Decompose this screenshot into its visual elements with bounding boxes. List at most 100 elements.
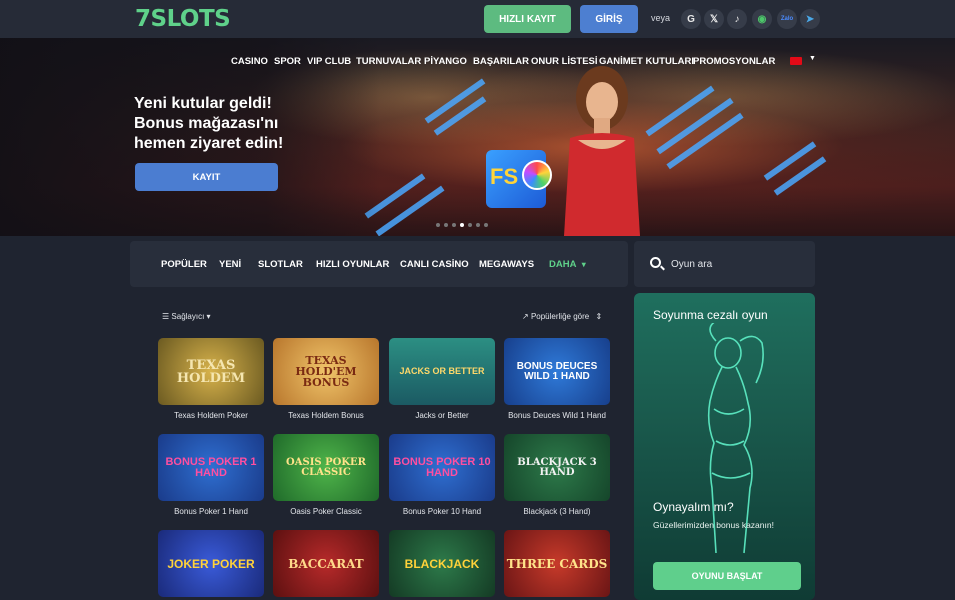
game-thumbnail[interactable]: BONUS POKER 10 HAND bbox=[389, 434, 495, 501]
game-card[interactable]: JACKS OR BETTER Jacks or Better bbox=[389, 338, 495, 420]
start-game-button[interactable]: OYUNU BAŞLAT bbox=[653, 562, 801, 590]
tiktok-icon[interactable]: ♪ bbox=[727, 9, 747, 29]
quick-register-button[interactable]: HIZLI KAYIT bbox=[484, 5, 571, 33]
game-thumbnail[interactable]: TEXAS HOLD'EM BONUS bbox=[273, 338, 379, 405]
promo-text: Güzellerimizden bonus kazanın! bbox=[653, 520, 774, 530]
hero-title-line3: hemen ziyaret edin! bbox=[134, 135, 284, 152]
list-icon: ☰ bbox=[162, 312, 170, 321]
carousel-dot[interactable] bbox=[436, 223, 440, 227]
game-card[interactable]: TEXAS HOLDEM Texas Holdem Poker bbox=[158, 338, 264, 420]
nav-item-vip-club[interactable]: VIP CLUB bbox=[307, 56, 351, 67]
game-art-text: BLACKJACK bbox=[404, 556, 480, 571]
game-art-text: BONUS DEUCES WILD 1 HAND bbox=[516, 360, 598, 382]
game-thumbnail[interactable]: BLACKJACK bbox=[389, 530, 495, 597]
game-thumbnail[interactable]: BONUS POKER 1 HAND bbox=[158, 434, 264, 501]
category-bar: POPÜLER YENİ SLOTLAR HIZLI OYUNLAR CANLI… bbox=[130, 241, 746, 287]
game-card[interactable]: BLACKJACK 3 HAND Blackjack (3 Hand) bbox=[504, 434, 610, 516]
tab-daha[interactable]: DAHA ▾ bbox=[549, 259, 586, 270]
game-thumbnail[interactable]: BONUS DEUCES WILD 1 HAND bbox=[504, 338, 610, 405]
game-card[interactable]: BACCARAT bbox=[273, 530, 379, 597]
carousel-dot[interactable] bbox=[476, 223, 480, 227]
nav-item-onur-listesi[interactable]: ONUR LİSTESİ bbox=[531, 56, 598, 67]
game-thumbnail[interactable]: TEXAS HOLDEM bbox=[158, 338, 264, 405]
tab-daha-label: DAHA bbox=[549, 259, 577, 270]
search-bar bbox=[634, 241, 815, 287]
game-title: Oasis Poker Classic bbox=[290, 507, 362, 516]
game-art-text: THREE CARDS bbox=[506, 556, 608, 571]
tab-hizli-oyunlar[interactable]: HIZLI OYUNLAR bbox=[316, 259, 389, 270]
tab-populer[interactable]: POPÜLER bbox=[161, 259, 207, 270]
trend-icon: ↗ bbox=[522, 312, 529, 321]
promo-card[interactable]: Soyunma cezalı oyun Oynayalım mı? Güzell… bbox=[634, 293, 815, 600]
game-art-text: TEXAS HOLD'EM BONUS bbox=[295, 354, 357, 389]
game-title: Texas Holdem Poker bbox=[174, 411, 248, 420]
game-thumbnail[interactable]: THREE CARDS bbox=[504, 530, 610, 597]
hero-title-line1: Yeni kutular geldi! bbox=[134, 95, 272, 112]
gift-text: FS bbox=[490, 164, 519, 189]
provider-filter-label: Sağlayıcı bbox=[171, 312, 205, 321]
top-bar: 7SLOTS HIZLI KAYIT GİRİŞ veya G 𝕏 ♪ ◉ Za… bbox=[0, 0, 955, 38]
nav-item-basarilar[interactable]: BAŞARILAR bbox=[473, 56, 529, 67]
carousel-dot[interactable] bbox=[452, 223, 456, 227]
hero-title-line2: Bonus mağazası'nı bbox=[134, 115, 279, 132]
game-art-text: TEXAS HOLDEM bbox=[176, 357, 246, 386]
game-card[interactable]: OASIS POKER CLASSIC Oasis Poker Classic bbox=[273, 434, 379, 516]
telegram-icon[interactable]: ➤ bbox=[800, 9, 820, 29]
game-thumbnail[interactable]: JOKER POKER bbox=[158, 530, 264, 597]
game-thumbnail[interactable]: OASIS POKER CLASSIC bbox=[273, 434, 379, 501]
game-title: Jacks or Better bbox=[415, 411, 469, 420]
promo-subtitle: Oynayalım mı? bbox=[653, 500, 734, 514]
game-art-text: BLACKJACK 3 HAND bbox=[517, 456, 597, 478]
nav-item-piyango[interactable]: PİYANGO bbox=[424, 56, 467, 67]
carousel-dot[interactable] bbox=[468, 223, 472, 227]
x-icon[interactable]: 𝕏 bbox=[704, 9, 724, 29]
google-icon[interactable]: G bbox=[681, 9, 701, 29]
zalo-icon[interactable]: Zalo bbox=[777, 9, 797, 29]
tab-canli-casino[interactable]: CANLI CASİNO bbox=[400, 259, 469, 270]
sort-filter[interactable]: ↗ Popülerliğe göre ⇕ bbox=[522, 312, 602, 321]
game-art-text: BACCARAT bbox=[288, 556, 364, 571]
login-button[interactable]: GİRİŞ bbox=[580, 5, 638, 33]
site-logo[interactable]: 7SLOTS bbox=[135, 6, 231, 32]
game-art-text: JACKS OR BETTER bbox=[399, 366, 485, 376]
carousel-dot[interactable] bbox=[444, 223, 448, 227]
nav-item-casino[interactable]: CASINO bbox=[231, 56, 268, 67]
game-card[interactable]: BONUS POKER 10 HAND Bonus Poker 10 Hand bbox=[389, 434, 495, 516]
game-card[interactable]: BONUS POKER 1 HAND Bonus Poker 1 Hand bbox=[158, 434, 264, 516]
game-thumbnail[interactable]: JACKS OR BETTER bbox=[389, 338, 495, 405]
chevron-down-icon[interactable]: ▼ bbox=[809, 55, 816, 62]
chevron-down-icon: ▾ bbox=[206, 312, 211, 321]
nav-item-promosyonlar[interactable]: PROMOSYONLAR bbox=[693, 56, 775, 67]
game-thumbnail[interactable]: BACCARAT bbox=[273, 530, 379, 597]
nav-item-spor[interactable]: SPOR bbox=[274, 56, 301, 67]
chevron-down-icon: ▾ bbox=[581, 260, 586, 269]
sort-filter-label: Popülerliğe göre bbox=[530, 312, 590, 321]
tab-megaways[interactable]: MEGAWAYS bbox=[479, 259, 534, 270]
provider-filter[interactable]: ☰ Sağlayıcı ▾ bbox=[162, 312, 211, 321]
hero-character bbox=[564, 66, 640, 236]
game-title: Bonus Poker 10 Hand bbox=[402, 507, 482, 516]
game-title: Blackjack (3 Hand) bbox=[523, 507, 591, 516]
carousel-dot-active[interactable] bbox=[460, 223, 464, 227]
game-card[interactable]: BONUS DEUCES WILD 1 HAND Bonus Deuces Wi… bbox=[504, 338, 610, 420]
hero-title: Yeni kutular geldi! Bonus mağazası'nı he… bbox=[134, 94, 334, 154]
nav-item-ganimet-kutulari[interactable]: GANİMET KUTULARI bbox=[599, 56, 694, 67]
game-card[interactable]: BLACKJACK bbox=[389, 530, 495, 597]
language-flag-icon[interactable] bbox=[790, 57, 802, 65]
sort-arrows-icon: ⇕ bbox=[595, 312, 603, 321]
tab-yeni[interactable]: YENİ bbox=[219, 259, 241, 270]
hero-register-button[interactable]: KAYIT bbox=[135, 163, 278, 191]
tab-slotlar[interactable]: SLOTLAR bbox=[258, 259, 303, 270]
search-input[interactable] bbox=[671, 255, 801, 273]
game-card[interactable]: JOKER POKER bbox=[158, 530, 264, 597]
game-title: Texas Holdem Bonus bbox=[288, 411, 364, 420]
nav-item-turnuvalar[interactable]: TURNUVALAR bbox=[356, 56, 421, 67]
game-card[interactable]: TEXAS HOLD'EM BONUS Texas Holdem Bonus bbox=[273, 338, 379, 420]
game-art-text: JOKER POKER bbox=[167, 556, 255, 571]
line-icon[interactable]: ◉ bbox=[752, 9, 772, 29]
game-thumbnail[interactable]: BLACKJACK 3 HAND bbox=[504, 434, 610, 501]
carousel-dots bbox=[436, 223, 488, 227]
game-card[interactable]: THREE CARDS bbox=[504, 530, 610, 597]
hero-banner[interactable]: FS CASINO SPOR VIP CLUB TURNUVALAR PİYAN… bbox=[0, 38, 955, 236]
carousel-dot[interactable] bbox=[484, 223, 488, 227]
